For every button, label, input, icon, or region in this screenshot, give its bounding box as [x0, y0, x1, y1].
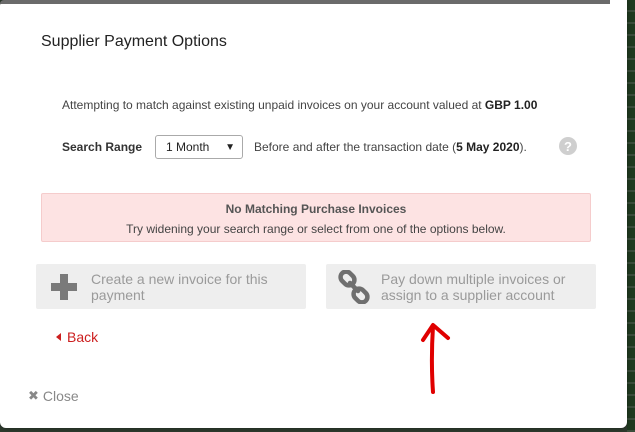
backdrop — [627, 0, 635, 432]
create-invoice-label: Create a new invoice for this payment — [91, 270, 268, 303]
search-range-row: Search Range 1 Month ▼ Before and after … — [62, 134, 592, 160]
range-suffix: ). — [519, 140, 527, 154]
search-range-label: Search Range — [62, 140, 143, 154]
link-icon — [336, 269, 372, 305]
back-link[interactable]: Back — [56, 329, 98, 345]
caret-down-icon: ▼ — [225, 141, 235, 153]
close-icon: ✖ — [28, 388, 39, 403]
back-arrow-icon — [56, 333, 61, 341]
alert-body: Try widening your search range or select… — [126, 222, 506, 236]
create-invoice-button[interactable]: Create a new invoice for this payment — [36, 264, 306, 309]
annotation-arrow-icon — [421, 323, 450, 394]
back-label: Back — [67, 329, 99, 345]
help-icon[interactable]: ? — [559, 137, 577, 155]
intro-description: Attempting to match against existing unp… — [62, 98, 485, 112]
search-range-value: 1 Month — [166, 140, 210, 154]
search-range-description: Before and after the transaction date (5… — [254, 140, 527, 154]
plus-icon — [46, 269, 82, 305]
range-prefix: Before and after the transaction date ( — [254, 140, 457, 154]
transaction-date: 5 May 2020 — [456, 140, 520, 154]
pay-down-multiple-label: Pay down multiple invoices or assign to … — [381, 270, 566, 303]
intro-text: Attempting to match against existing unp… — [62, 98, 537, 112]
alert-title: No Matching Purchase Invoices — [225, 202, 407, 216]
dialog-top-border — [0, 0, 610, 4]
no-match-alert: No Matching Purchase Invoices Try wideni… — [41, 193, 591, 242]
close-label: Close — [42, 388, 79, 404]
intro-amount: GBP 1.00 — [484, 98, 538, 112]
dialog-title: Supplier Payment Options — [41, 33, 227, 50]
pay-down-multiple-button[interactable]: Pay down multiple invoices or assign to … — [326, 264, 596, 309]
close-link[interactable]: ✖ Close — [28, 388, 79, 404]
supplier-payment-dialog: Supplier Payment Options Attempting to m… — [0, 0, 627, 428]
search-range-select[interactable]: 1 Month ▼ — [155, 135, 243, 159]
